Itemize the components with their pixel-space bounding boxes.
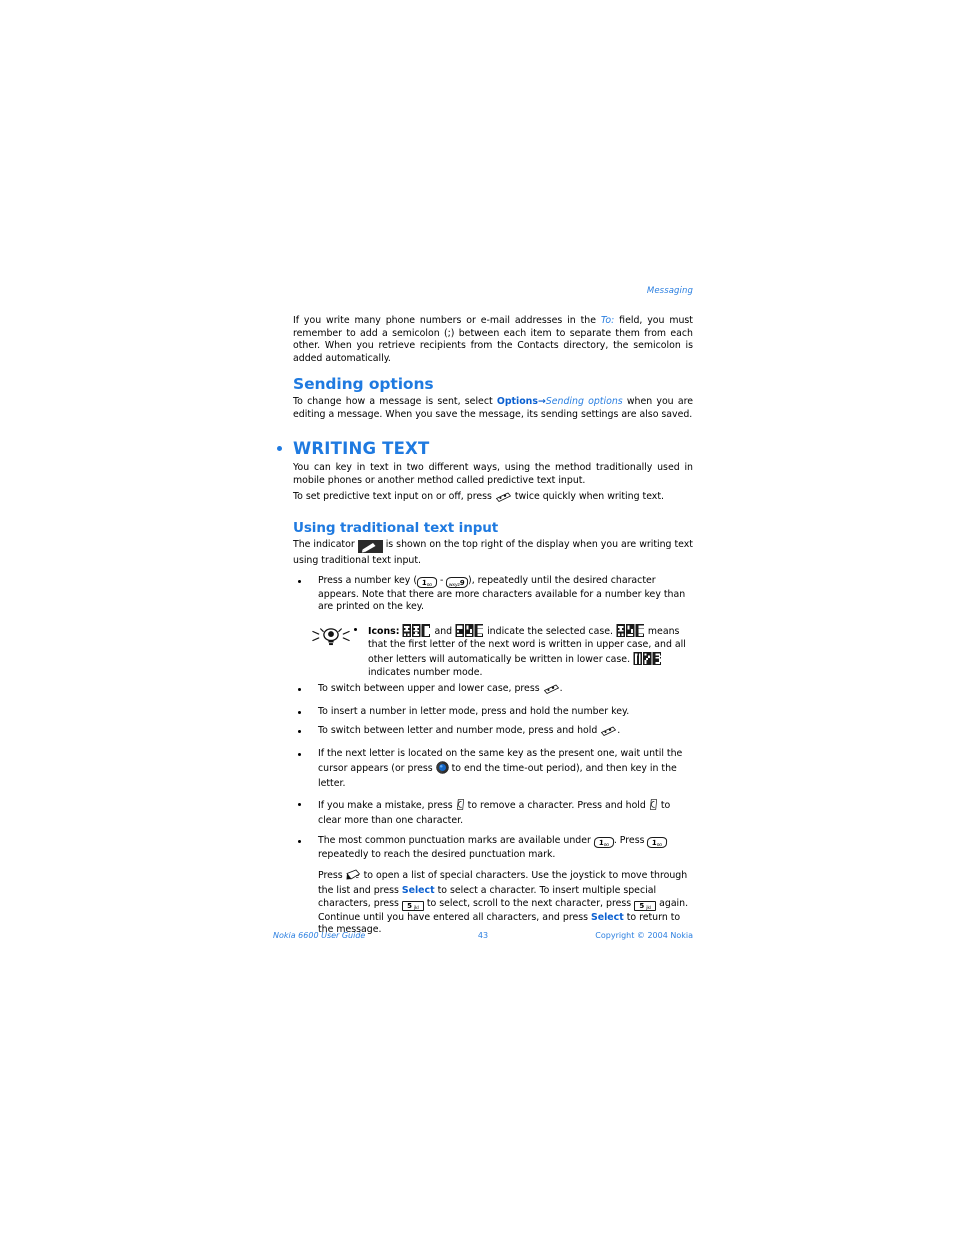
pencil-key-icon [495,491,512,507]
select-softkey-label: Select [590,911,624,923]
intro-paragraph: If you write many phone numbers or e-mai… [293,315,693,366]
footer-guide-title: Nokia 6600 User Guide [273,931,366,940]
lightbulb-tip-icon [311,625,351,647]
bullet-dot-icon [298,840,301,844]
key-5-icon: 5 jkl [401,900,424,911]
switch-case-part1: To switch between upper and lower case, … [318,683,543,695]
press-number-key-part1: Press a number key ( [318,574,417,586]
key-5-digit: 5 [639,901,645,910]
intro-text-part1: If you write many phone numbers or e-mai… [293,315,601,326]
traditional-input-heading: Using traditional text input [293,520,499,537]
bullet-clear-character: If you make a mistake, press to remove a… [293,798,693,828]
bullet-dot-icon [298,688,301,692]
key-1-icon: 1oo [593,837,615,849]
key-5-letters: jkl [413,905,419,911]
switch-mode-part2: . [617,725,621,737]
mistake-part1: If you make a mistake, press [318,799,456,811]
key-5-digit: 5 [407,901,412,910]
to-field-label: To: [600,315,615,326]
key-1-letters: oo [603,843,609,849]
lcd-badge-mixed-icon [615,622,645,638]
predictive-text-part1: To set predictive text input on or off, … [293,490,495,502]
footer-copyright: Copyright © 2004 Nokia [595,931,693,940]
running-head: Messaging [646,286,693,296]
switch-case-part2: . [559,683,563,695]
sending-options-menu-label: Sending options [545,395,623,407]
key-1-icon: 1oo [647,837,668,849]
tip-bullet-dot-icon [354,627,357,631]
key-5-letters: jkl [646,905,651,911]
key-9-letters: wxyz [448,582,461,588]
special-characters-key-icon [346,869,361,886]
footer-page-number: 43 [477,931,489,940]
bullet-press-number-key: Press a number key (1oo - wxyz9), repeat… [293,575,693,614]
bullet-dot-icon [298,710,301,714]
traditional-intro-paragraph: The indicator is shown on the top right … [293,539,693,567]
key-1-icon: 1oo [416,576,438,588]
tip-body: Icons: and indicate the selected case. m… [354,622,693,679]
lcd-badge-lower-icon [455,622,485,638]
sending-text-part1: To change how a message is sent, select [293,395,497,407]
bullet-punctuation: The most common punctuation marks are av… [293,835,693,862]
traditional-bullet-list-2: To switch between upper and lower case, … [293,683,693,861]
special-chars-part4: to select, scroll to the next character,… [423,897,635,909]
traditional-bullet-list: Press a number key (1oo - wxyz9), repeat… [293,575,693,614]
page-footer: Nokia 6600 User Guide 43 Copyright © 200… [273,931,693,940]
writing-text-paragraph-1: You can key in text in two different way… [293,462,693,486]
writing-text-heading: WRITING TEXT [277,439,693,459]
key-5-icon: 5 jkl [634,900,657,911]
special-characters-paragraph: Press to open a list of special characte… [318,869,693,937]
tip-text-part4: indicates number mode. [368,666,483,678]
lcd-badge-upper-icon [402,622,432,638]
lcd-badge-number-icon [633,651,663,667]
clear-key-icon [649,798,658,816]
tip-icons-label: Icons: [368,625,400,637]
select-softkey-label: Select [401,885,435,897]
key-9-digit: 9 [459,578,466,587]
page-content: Messaging If you write many phone number… [277,286,693,937]
insert-number-text: To insert a number in letter mode, press… [318,705,630,717]
bullet-dot-icon [298,753,301,757]
special-chars-part1: Press [318,869,346,881]
bullet-insert-number: To insert a number in letter mode, press… [293,706,693,719]
sending-options-heading: Sending options [293,374,434,393]
writing-text-paragraph-2: To set predictive text input on or off, … [293,491,693,507]
options-menu-label: Options [496,395,538,407]
clear-key-icon [456,798,465,816]
bullet-dot-icon [298,579,301,583]
writing-text-heading-label: WRITING TEXT [293,439,430,459]
section-bullet-icon [277,446,282,452]
bullet-dot-icon [298,730,301,734]
punctuation-part2: . Press [613,835,648,847]
predictive-text-part2: twice quickly when writing text. [511,490,664,502]
traditional-intro-part1: The indicator [293,539,358,551]
punctuation-part1: The most common punctuation marks are av… [318,835,594,847]
key-1-letters: oo [656,843,663,849]
traditional-input-indicator-icon [357,540,383,555]
bullet-same-key-timeout: If the next letter is located on the sam… [293,748,693,791]
key-1-letters: oo [426,582,433,588]
switch-mode-part1: To switch between letter and number mode… [318,725,601,737]
bullet-dot-icon [298,802,301,806]
tip-block: Icons: and indicate the selected case. m… [293,622,693,679]
tip-text-part1: and [434,625,456,637]
bullet-switch-letter-number-mode: To switch between letter and number mode… [293,725,693,741]
tip-text-part2: indicate the selected case. [487,625,616,637]
menu-arrow-icon: → [537,395,546,407]
key-9-icon: wxyz9 [445,576,469,588]
mistake-part2: to remove a character. Press and hold [464,799,649,811]
bullet-switch-case: To switch between upper and lower case, … [293,683,693,699]
joystick-icon [435,760,449,779]
pencil-key-icon [543,683,560,699]
pencil-key-icon [600,725,617,741]
punctuation-part3: repeatedly to reach the desired punctuat… [318,849,556,861]
sending-options-paragraph: To change how a message is sent, select … [293,396,693,421]
